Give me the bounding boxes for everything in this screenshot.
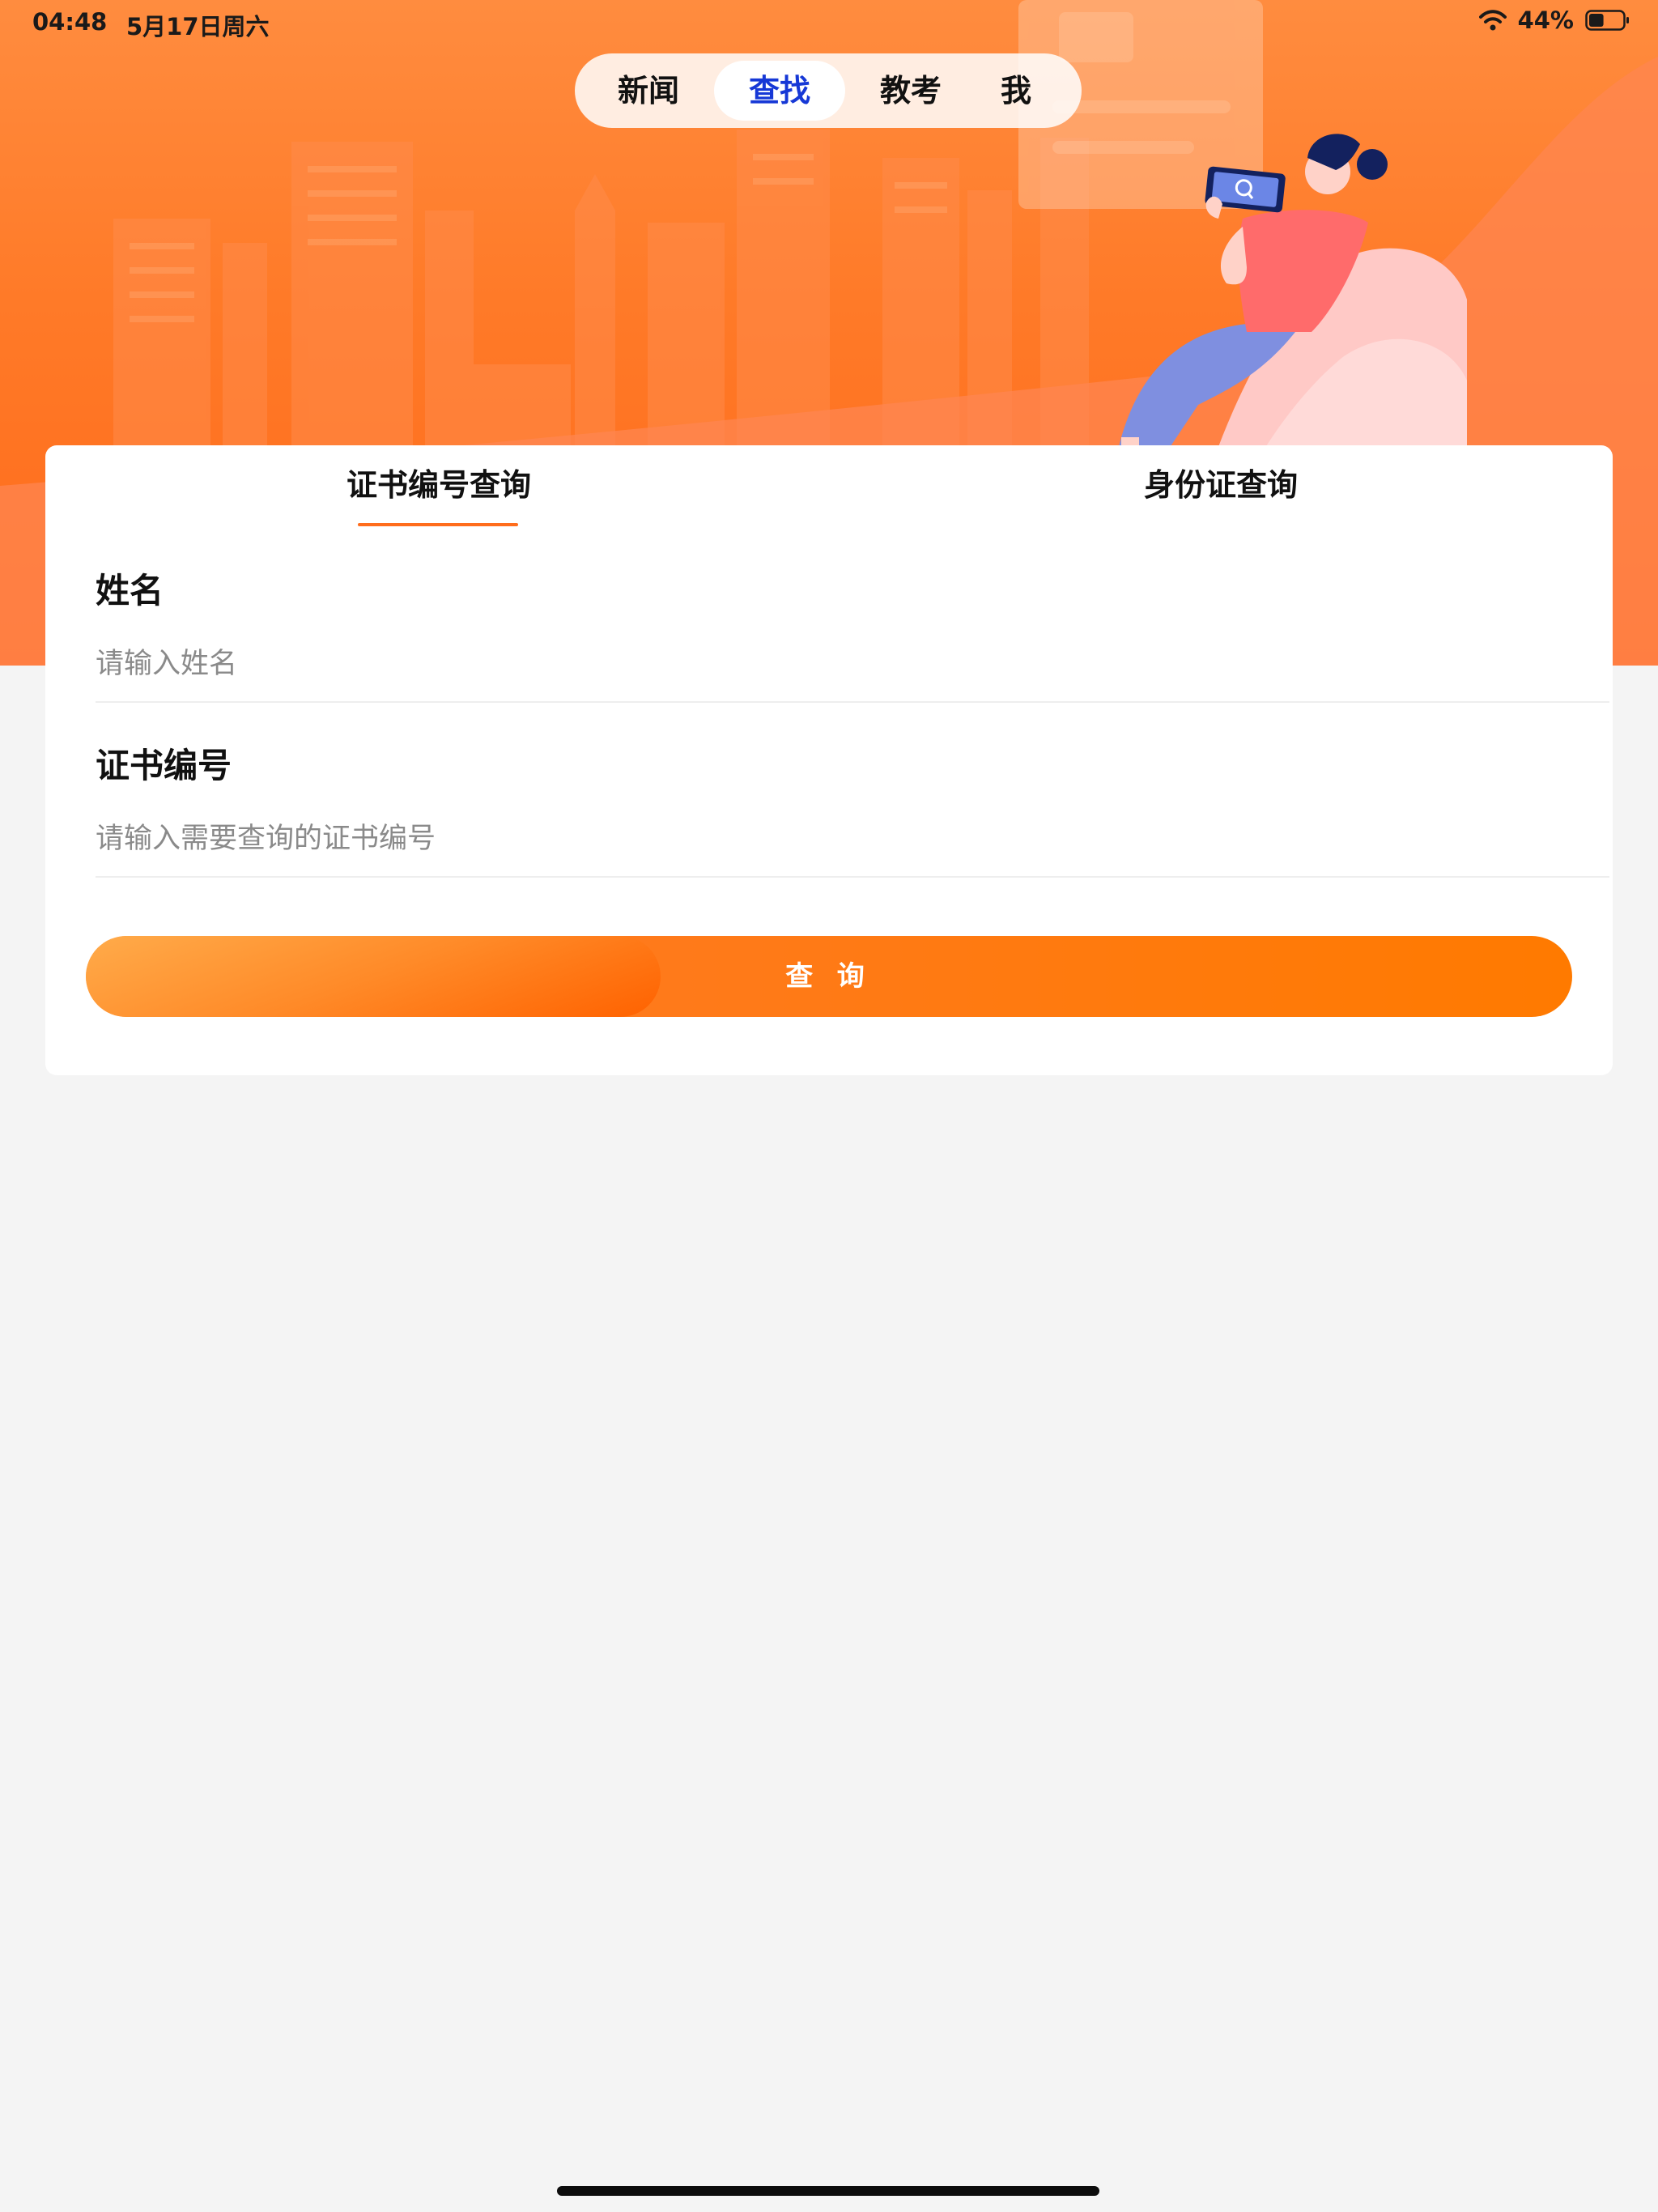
query-button-label: 查 询 <box>785 961 873 992</box>
status-bar: 04:48 5月17日周六 44% <box>0 0 1658 44</box>
status-time: 04:48 <box>32 8 108 36</box>
certificate-number-field-label: 证书编号 <box>96 746 232 785</box>
divider <box>96 876 1609 878</box>
nav-tab-me[interactable]: 我 <box>971 61 1061 121</box>
name-field-label: 姓名 <box>96 571 164 610</box>
status-date: 5月17日周六 <box>126 13 270 40</box>
nav-tab-search[interactable]: 查找 <box>714 61 845 121</box>
active-tab-indicator <box>358 523 518 526</box>
battery-percent: 44% <box>1517 6 1574 34</box>
nav-tab-news[interactable]: 新闻 <box>596 61 701 121</box>
divider <box>96 701 1609 703</box>
nav-tab-exam[interactable]: 教考 <box>858 61 963 121</box>
tab-id-card-query[interactable]: 身份证查询 <box>1059 460 1383 504</box>
status-right-group: 44% <box>1478 6 1630 34</box>
name-input[interactable] <box>96 638 1559 690</box>
battery-icon <box>1585 10 1629 31</box>
tab-certificate-number-query[interactable]: 证书编号查询 <box>277 460 601 504</box>
wifi-icon <box>1478 10 1507 31</box>
certificate-number-input[interactable] <box>96 813 1559 865</box>
home-indicator <box>557 2186 1099 2196</box>
query-card: 证书编号查询 身份证查询 姓名 证书编号 查 询 <box>45 445 1613 1075</box>
top-nav-segmented-control: 新闻 查找 教考 我 <box>575 53 1082 128</box>
query-button[interactable]: 查 询 <box>86 936 1572 1017</box>
